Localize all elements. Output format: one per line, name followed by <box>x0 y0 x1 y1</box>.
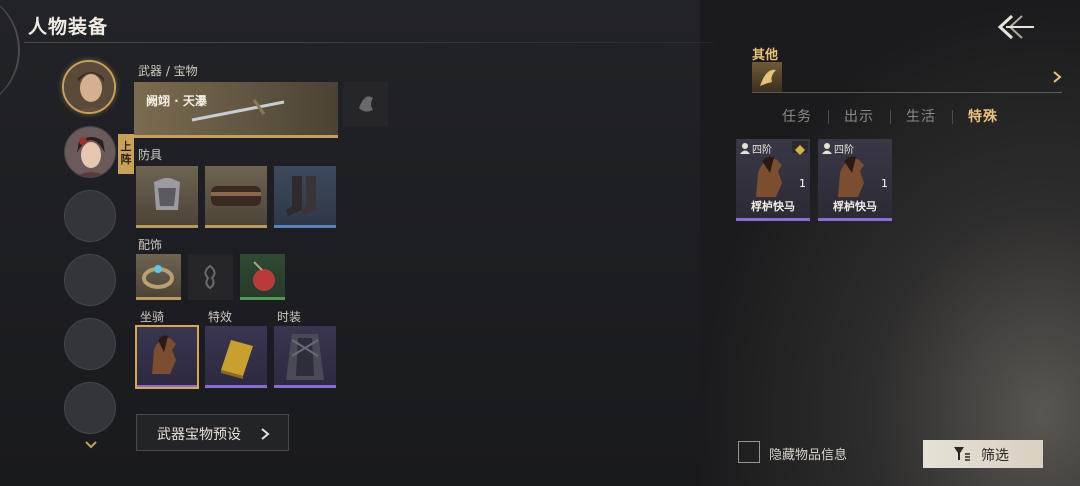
treasure-placeholder-icon <box>359 96 373 112</box>
empty-character-slot[interactable] <box>64 190 116 242</box>
scroll-emblem-icon <box>760 69 776 86</box>
armor-slot-chest[interactable] <box>136 166 198 228</box>
filter-button[interactable]: 筛选 <box>923 440 1043 468</box>
category-next-icon[interactable] <box>1052 70 1062 84</box>
hide-info-label: 隐藏物品信息 <box>769 448 848 463</box>
category-divider <box>752 92 1062 93</box>
back-button[interactable] <box>994 12 1038 42</box>
character-avatar-2[interactable] <box>64 126 116 178</box>
weapon-section-label: 武器 / 宝物 <box>138 64 198 78</box>
accessory-slot-ring[interactable] <box>136 254 181 300</box>
chevron-right-icon <box>261 428 270 440</box>
inventory-tabs: 任务 出示 生活 特殊 <box>766 106 1046 128</box>
tab-special[interactable]: 特殊 <box>952 106 1014 126</box>
onstage-tag: 上阵 <box>118 134 134 174</box>
ring-icon <box>142 265 174 289</box>
horse-icon <box>838 156 864 197</box>
accessory-section-label: 配饰 <box>138 238 163 252</box>
effect-section-label: 特效 <box>208 310 233 324</box>
accessory-slot-empty[interactable] <box>188 254 233 300</box>
inventory-item[interactable]: 四阶 1 桴栌快马 <box>736 139 810 221</box>
item-count: 1 <box>881 177 888 190</box>
empty-character-slot[interactable] <box>64 254 116 306</box>
weapon-slot[interactable]: 阙翊 · 天瀑 <box>134 82 338 138</box>
item-name: 桴栌快马 <box>751 200 795 213</box>
armor-section-label: 防具 <box>138 148 163 162</box>
horse-icon <box>152 335 176 374</box>
mount-slot[interactable] <box>135 325 199 389</box>
inventory-item[interactable]: 四阶 1 桴栌快马 <box>818 139 892 221</box>
filter-icon <box>954 447 970 461</box>
preset-button-label: 武器宝物预设 <box>157 427 241 443</box>
book-icon <box>221 340 253 379</box>
hide-info-checkbox[interactable] <box>738 441 760 463</box>
category-label: 其他 <box>752 48 779 63</box>
belt-icon <box>211 186 261 206</box>
page-title: 人物装备 <box>28 16 109 38</box>
fashion-section-label: 时装 <box>277 310 302 324</box>
armor-slot-boots[interactable] <box>274 166 336 228</box>
character-avatar-1[interactable] <box>62 60 116 114</box>
item-badge <box>792 141 808 155</box>
empty-character-slot[interactable] <box>64 318 116 370</box>
armor-slot-belt[interactable] <box>205 166 267 228</box>
horse-icon <box>756 156 782 197</box>
tab-quest[interactable]: 任务 <box>766 106 828 126</box>
female-portrait-icon <box>65 127 115 177</box>
accessory-slot-pouch[interactable] <box>240 254 285 300</box>
item-name: 桴栌快马 <box>833 200 877 213</box>
back-arrow-icon <box>997 14 1034 40</box>
treasure-slot[interactable] <box>343 82 388 126</box>
weapon-preset-button[interactable]: 武器宝物预设 <box>136 414 289 451</box>
effect-slot[interactable] <box>205 326 267 388</box>
category-icon[interactable] <box>752 62 782 92</box>
sword-icon <box>191 99 285 122</box>
pendant-placeholder-icon <box>204 264 216 290</box>
filter-button-label: 筛选 <box>981 448 1009 464</box>
tab-life[interactable]: 生活 <box>890 106 952 126</box>
chest-armor-icon <box>154 178 180 210</box>
pouch-icon <box>253 261 275 291</box>
mount-section-label: 坐骑 <box>140 310 165 324</box>
boots-icon <box>286 176 316 216</box>
scroll-down-chevron-icon[interactable] <box>84 440 98 450</box>
fashion-slot[interactable] <box>274 326 336 388</box>
tab-show[interactable]: 出示 <box>828 106 890 126</box>
item-count: 1 <box>799 177 806 190</box>
title-divider <box>24 42 714 43</box>
outfit-icon <box>286 334 324 380</box>
empty-character-slot[interactable] <box>64 382 116 434</box>
